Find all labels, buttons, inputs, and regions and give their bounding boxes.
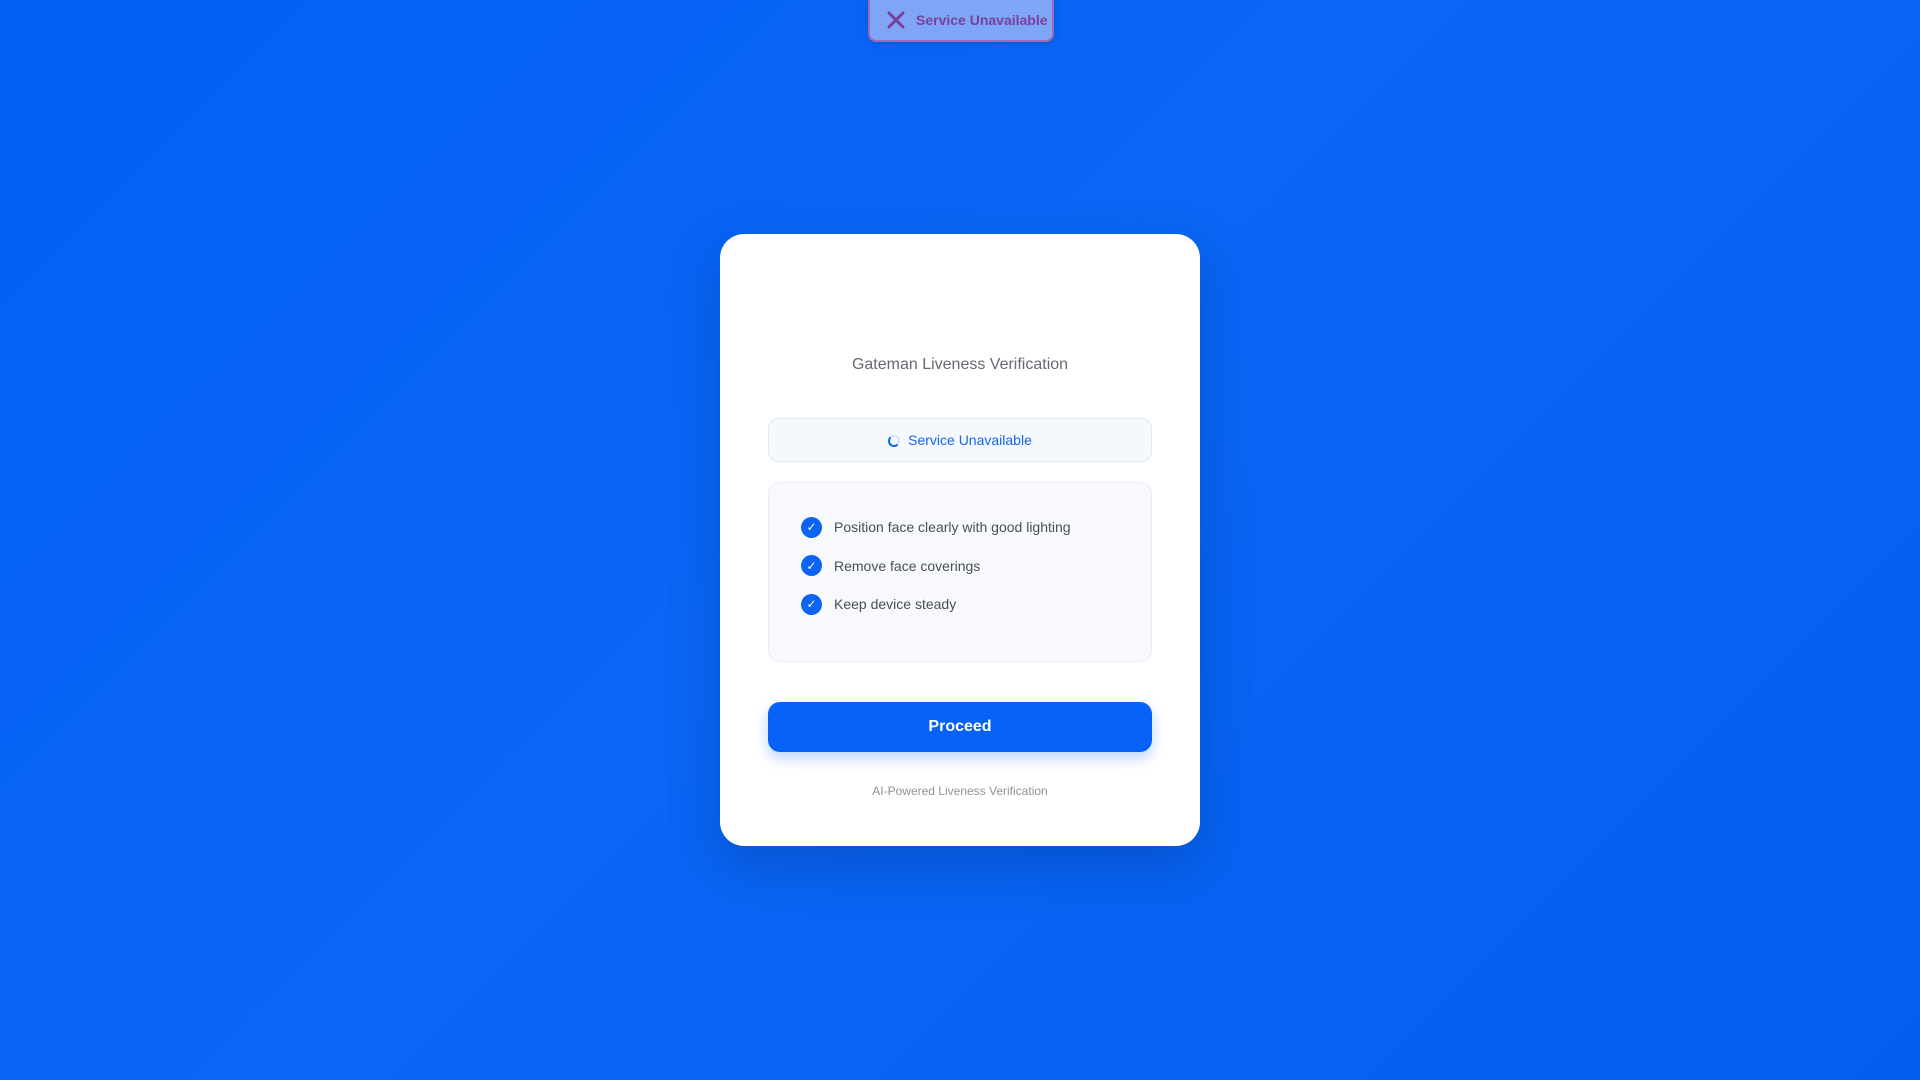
checkmark-icon: ✓ xyxy=(801,593,822,615)
footer-caption: AI-Powered Liveness Verification xyxy=(872,784,1048,798)
proceed-button[interactable]: Proceed xyxy=(768,702,1152,752)
checkmark-icon: ✓ xyxy=(801,555,822,576)
tips-list: ✓ Position face clearly with good lighti… xyxy=(768,482,1152,662)
status-text: Service Unavailable xyxy=(908,432,1032,448)
list-item: ✓ Keep device steady xyxy=(801,593,1151,615)
list-item: ✓ Remove face coverings xyxy=(801,555,1151,577)
toast-message: Service Unavailable xyxy=(916,12,1048,28)
verification-card: Gateman Liveness Verification Service Un… xyxy=(720,234,1200,846)
status-indicator: Service Unavailable xyxy=(768,418,1152,462)
card-title: Gateman Liveness Verification xyxy=(851,356,1069,373)
tip-text: Position face clearly with good lighting xyxy=(834,519,1071,535)
close-x-icon[interactable] xyxy=(886,10,906,30)
tip-text: Keep device steady xyxy=(834,596,957,612)
tip-text: Remove face coverings xyxy=(834,557,981,574)
error-toast: Service Unavailable xyxy=(868,0,1054,42)
list-item: ✓ Position face clearly with good lighti… xyxy=(801,516,1151,538)
checkmark-icon: ✓ xyxy=(801,516,822,538)
loading-spinner-icon xyxy=(888,435,901,447)
